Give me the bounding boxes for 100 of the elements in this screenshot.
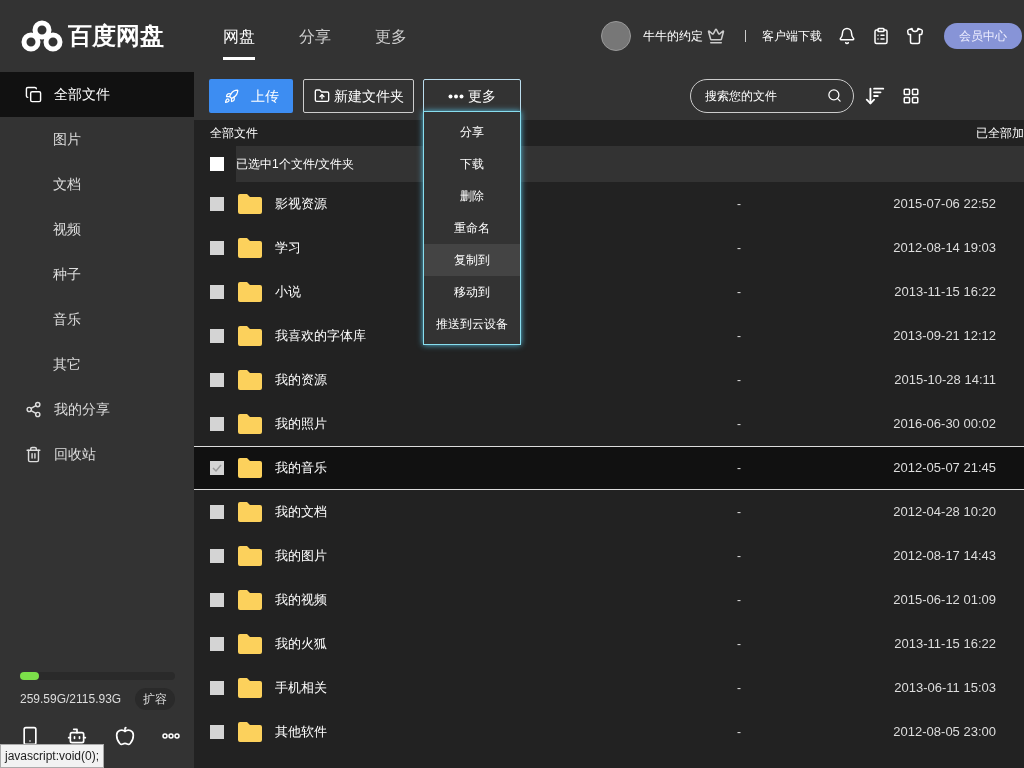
sidebar-item[interactable]: 文档 (0, 162, 194, 207)
file-size: - (737, 372, 741, 389)
share-icon (25, 401, 42, 418)
file-size: - (737, 680, 741, 697)
file-date: 2012-05-07 21:45 (893, 459, 996, 478)
sort-icon[interactable] (864, 85, 886, 107)
file-date: 2015-07-06 22:52 (893, 195, 996, 214)
clipboard-icon[interactable] (872, 27, 890, 45)
menu-item[interactable]: 推送到云设备 (424, 308, 520, 340)
checkbox[interactable] (210, 417, 224, 431)
checkbox[interactable] (210, 241, 224, 255)
storage-reading: 259.59G/2115.93G (20, 691, 122, 708)
checkbox[interactable] (210, 197, 224, 211)
checkbox[interactable] (210, 505, 224, 519)
file-size: - (737, 636, 741, 653)
sidebar-item[interactable]: 其它 (0, 342, 194, 387)
nav-tab[interactable]: 更多 (375, 12, 407, 60)
folder-icon (237, 369, 263, 391)
logo-text: 百度网盘 (68, 21, 164, 51)
dots-icon (448, 93, 464, 99)
folder-icon (237, 193, 263, 215)
file-name[interactable]: 我的图片 (275, 546, 475, 566)
checkbox[interactable] (210, 461, 224, 475)
new-folder-button[interactable]: 新建文件夹 (303, 79, 414, 113)
more-icon[interactable] (162, 733, 180, 739)
sidebar-item[interactable]: 视频 (0, 207, 194, 252)
file-size: - (737, 548, 741, 565)
file-name[interactable]: 我的文档 (275, 502, 475, 522)
trash-icon (25, 446, 42, 463)
folder-icon (237, 677, 263, 699)
file-date: 2013-09-21 12:12 (893, 327, 996, 346)
grid-view-icon[interactable] (902, 87, 920, 105)
folder-icon (237, 457, 263, 479)
sidebar-item[interactable]: 种子 (0, 252, 194, 297)
file-name[interactable]: 其他软件 (275, 722, 475, 742)
folder-icon (237, 413, 263, 435)
sidebar-item[interactable]: 全部文件 (0, 72, 194, 117)
folder-icon (237, 721, 263, 743)
checkbox[interactable] (210, 637, 224, 651)
apple-icon[interactable] (114, 726, 135, 746)
folder-icon (237, 237, 263, 259)
menu-item[interactable]: 删除 (424, 180, 520, 212)
file-name[interactable]: 我的资源 (275, 370, 475, 390)
checkbox[interactable] (210, 157, 224, 171)
cloud-logo-icon (20, 20, 64, 52)
username[interactable]: 牛牛的约定 (643, 27, 703, 45)
shirt-icon[interactable] (906, 27, 924, 45)
file-date: 2013-11-15 16:22 (894, 283, 996, 302)
file-name[interactable]: 我的音乐 (275, 458, 475, 478)
checkbox[interactable] (210, 681, 224, 695)
file-name[interactable]: 我的照片 (275, 414, 475, 434)
crown-icon (707, 27, 725, 45)
file-date: 2015-06-12 01:09 (893, 591, 996, 610)
phone-icon[interactable] (20, 726, 40, 746)
file-date: 2012-04-28 10:20 (893, 503, 996, 522)
file-date: 2012-08-17 14:43 (893, 547, 996, 566)
checkbox[interactable] (210, 725, 224, 739)
menu-item[interactable]: 移动到 (424, 276, 520, 308)
nav-tab[interactable]: 分享 (299, 12, 331, 60)
sidebar-item[interactable]: 图片 (0, 117, 194, 162)
file-name[interactable]: 手机相关 (275, 678, 475, 698)
search-icon[interactable] (827, 88, 842, 103)
bell-icon[interactable] (838, 27, 856, 45)
checkbox[interactable] (210, 329, 224, 343)
file-size: - (737, 504, 741, 521)
file-size: - (737, 196, 741, 213)
folder-icon (237, 501, 263, 523)
nav-tab[interactable]: 网盘 (223, 12, 255, 60)
sidebar-item[interactable]: 我的分享 (0, 387, 194, 432)
client-download-link[interactable]: 客户端下载 (762, 27, 822, 45)
selected-file-row[interactable]: 我的音乐 - 2012-05-07 21:45 (194, 446, 1024, 490)
checkbox[interactable] (210, 285, 224, 299)
menu-item[interactable]: 下载 (424, 148, 520, 180)
files-icon (25, 86, 42, 103)
folder-upload-icon (313, 88, 330, 104)
file-name[interactable]: 我的火狐 (275, 634, 475, 654)
folder-icon (237, 325, 263, 347)
checkbox[interactable] (210, 373, 224, 387)
checkbox[interactable] (210, 593, 224, 607)
expand-button[interactable]: 扩容 (135, 688, 175, 710)
file-name[interactable]: 我的视频 (275, 590, 475, 610)
file-date: 2012-08-14 19:03 (893, 239, 996, 258)
menu-item[interactable]: 分享 (424, 116, 520, 148)
file-size: - (737, 724, 741, 741)
file-size: - (737, 592, 741, 609)
menu-item[interactable]: 复制到 (424, 244, 520, 276)
file-date: 2016-06-30 00:02 (893, 415, 996, 434)
breadcrumb[interactable]: 全部文件 (210, 124, 258, 142)
rocket-icon (223, 88, 239, 104)
loaded-note: 已全部加 (976, 125, 1024, 142)
menu-item[interactable]: 重命名 (424, 212, 520, 244)
checkbox[interactable] (210, 549, 224, 563)
sidebar-item[interactable]: 回收站 (0, 432, 194, 477)
folder-icon (237, 281, 263, 303)
search-field[interactable]: 搜索您的文件 (690, 79, 854, 113)
file-date: 2013-11-15 16:22 (894, 635, 996, 654)
avatar[interactable] (601, 21, 631, 51)
file-size: - (737, 328, 741, 345)
sidebar-item[interactable]: 音乐 (0, 297, 194, 342)
folder-icon (237, 545, 263, 567)
